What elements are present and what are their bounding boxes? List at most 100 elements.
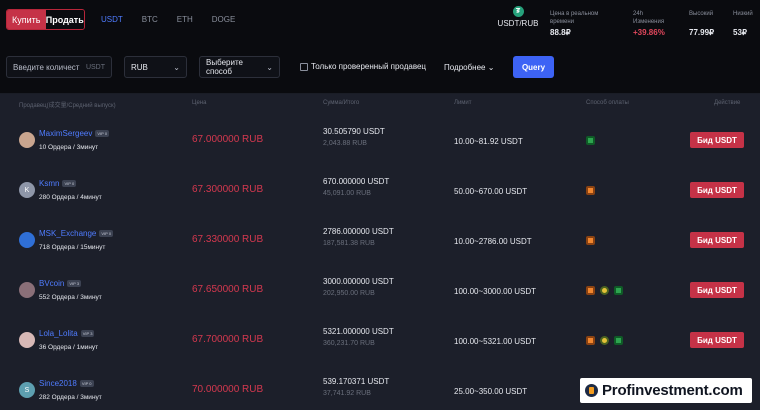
coin-tab-eth[interactable]: ETH (177, 15, 193, 24)
offer-limit: 100.00~5321.00 USDT (454, 337, 537, 346)
buy-sell-switch: Купить Продать (6, 9, 85, 30)
offer-total: 360,231.70 RUB (323, 340, 375, 347)
seller-name: MSK_Exchange (39, 229, 97, 238)
stat-label: Цена в реальном (550, 11, 599, 17)
offer-limit: 100.00~3000.00 USDT (454, 287, 537, 296)
stat-label: времени (550, 19, 574, 25)
seller-name: BVcoin (39, 279, 65, 288)
stat-label: Высокий (689, 11, 714, 17)
stat-label: Низкий (733, 11, 753, 17)
header-action: Действие (714, 100, 741, 106)
offer-amount: 670.000000 USDT (323, 177, 390, 186)
stat-value: 88.8₽ (550, 28, 571, 37)
payment-methods (586, 336, 623, 345)
more-label: Подробнее (444, 63, 486, 72)
coin-tab-usdt[interactable]: USDT (101, 15, 123, 24)
coin-tab-btc[interactable]: BTC (142, 15, 158, 24)
header-limit: Лимит (454, 100, 472, 106)
vip-badge: VIP 3 (67, 280, 82, 287)
coin-tab-doge[interactable]: DOGE (212, 15, 236, 24)
offer-total: 202,950.00 RUB (323, 290, 375, 297)
avatar: S (19, 382, 35, 398)
stat-value: +39.86% (633, 28, 665, 37)
offer-amount: 539.170371 USDT (323, 377, 390, 386)
vip-badge: VIP 0 (62, 180, 77, 187)
currency-select[interactable]: RUB ⌄ (124, 56, 187, 78)
offer-limit: 10.00~2786.00 USDT (454, 237, 532, 246)
offers-table: Продавец(成交量/Средний выпуск) Цена Сумма/… (0, 94, 760, 410)
offer-price: 67.650000 RUB (192, 284, 264, 295)
currency-value: RUB (131, 62, 148, 72)
seller-name: Since2018 (39, 379, 77, 388)
checkbox-box (300, 62, 308, 71)
header-payment: Способ оплаты (586, 100, 629, 106)
offer-total: 187,581.38 RUB (323, 240, 375, 247)
seller-orders: 36 Ордера / 1минут (39, 344, 99, 351)
chevron-down-icon: ⌄ (266, 62, 273, 72)
vip-badge: VIP 0 (79, 380, 94, 387)
offer-amount: 5321.000000 USDT (323, 327, 394, 336)
seller-name-link[interactable]: MSK_Exchange VIP 0 (39, 229, 114, 238)
profinvestment-logo-icon (585, 384, 598, 397)
vip-badge: VIP 3 (80, 330, 95, 337)
table-row: K Ksmn VIP 0 280 Ордера / 4минут 67.300000 R… (0, 164, 760, 214)
offer-amount: 3000.000000 USDT (323, 277, 394, 286)
offer-amount: 30.505790 USDT (323, 127, 385, 136)
seller-name-link[interactable]: Since2018 VIP 0 (39, 379, 94, 388)
seller-name-link[interactable]: BVcoin VIP 3 (39, 279, 82, 288)
chevron-down-icon: ⌄ (173, 62, 180, 72)
table-row: Lola_Lolita VIP 3 36 Ордера / 1минут 67.700… (0, 314, 760, 364)
seller-orders: 282 Ордера / 3минут (39, 394, 102, 401)
offer-total: 2,043.88 RUB (323, 140, 367, 147)
payment-method-select[interactable]: Выберите способ ⌄ (199, 56, 280, 78)
bid-usdt-button[interactable]: Бид USDT (690, 332, 744, 348)
more-filters-dropdown[interactable]: Подробнее ⌄ (444, 63, 494, 72)
offer-total: 45,091.00 RUB (323, 190, 371, 197)
watermark-text: Profinvestment.com (602, 382, 743, 399)
table-row: MSK_Exchange VIP 0 718 Ордера / 15минут 67.… (0, 214, 760, 264)
top-bar: Купить Продать USDT BTC ETH DOGE ₮ USDT/… (0, 0, 760, 46)
avatar (19, 282, 35, 298)
bank-transfer-icon (586, 336, 595, 345)
seller-orders: 718 Ордера / 15минут (39, 244, 106, 251)
qiwi-icon (600, 336, 609, 345)
avatar (19, 232, 35, 248)
payment-methods (586, 186, 595, 195)
table-row: MaximSergeev VIP 0 10 Ордера / 3минут 67.00… (0, 114, 760, 164)
coin-tabs: USDT BTC ETH DOGE (101, 15, 254, 24)
offer-amount: 2786.000000 USDT (323, 227, 394, 236)
amount-suffix: USDT (85, 63, 105, 71)
vip-badge: VIP 0 (99, 230, 114, 237)
bid-usdt-button[interactable]: Бид USDT (690, 232, 744, 248)
seller-orders: 552 Ордера / 3минут (39, 294, 102, 301)
offer-price: 70.000000 RUB (192, 384, 264, 395)
header-amount: Сумма/Итого (323, 100, 360, 106)
seller-name-link[interactable]: MaximSergeev VIP 0 (39, 129, 110, 138)
seller-orders: 280 Ордера / 4минут (39, 194, 102, 201)
bid-usdt-button[interactable]: Бид USDT (690, 132, 744, 148)
offer-price: 67.700000 RUB (192, 334, 264, 345)
seller-name: MaximSergeev (39, 129, 93, 138)
payment-methods (586, 236, 595, 245)
query-button[interactable]: Query (513, 56, 554, 78)
seller-name-link[interactable]: Lola_Lolita VIP 3 (39, 329, 95, 338)
trading-pair: ₮ USDT/RUB (493, 6, 543, 28)
payment-methods (586, 136, 595, 145)
seller-orders: 10 Ордера / 3минут (39, 144, 99, 151)
sberbank-icon (614, 336, 623, 345)
stat-label: Изменения (633, 19, 665, 25)
stat-label: 24h (633, 11, 644, 17)
buy-tab[interactable]: Купить (7, 10, 46, 29)
offer-limit: 25.00~350.00 USDT (454, 387, 528, 396)
offer-price: 67.000000 RUB (192, 134, 264, 145)
sell-tab[interactable]: Продать (45, 10, 84, 29)
bid-usdt-button[interactable]: Бид USDT (690, 182, 744, 198)
header-seller: Продавец(成交量/Средний выпуск) (19, 103, 116, 109)
avatar: K (19, 182, 35, 198)
verified-seller-checkbox[interactable]: Только проверенный продавец (300, 62, 426, 71)
seller-name-link[interactable]: Ksmn VIP 0 (39, 179, 77, 188)
amount-input[interactable]: Введите количест USDT (6, 56, 112, 78)
header-price: Цена (192, 100, 207, 106)
bid-usdt-button[interactable]: Бид USDT (690, 282, 744, 298)
offer-price: 67.300000 RUB (192, 184, 264, 195)
